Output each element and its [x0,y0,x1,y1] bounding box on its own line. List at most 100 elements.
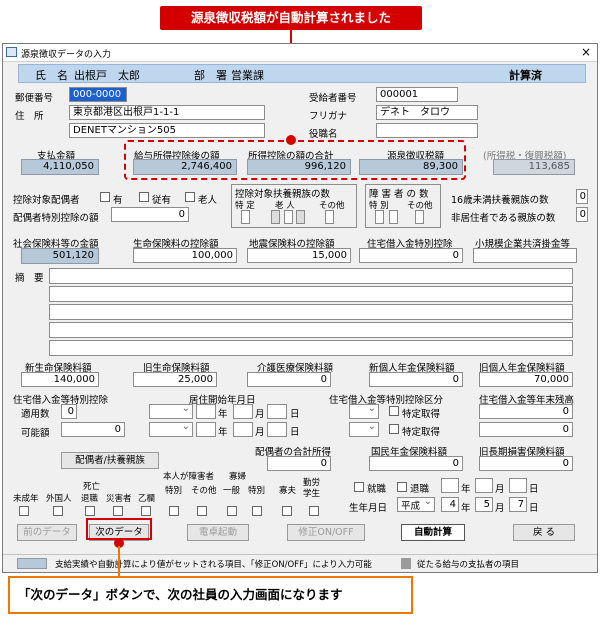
spouse-yes-checkbox[interactable] [100,192,110,202]
back-button[interactable]: 戻 る [513,524,575,541]
auto-calc-button[interactable]: 自動計算 [401,524,465,541]
dependents-elderly-input1[interactable] [271,210,280,224]
spouse-coresident-checkbox[interactable] [139,192,149,202]
national-pension-input[interactable]: 0 [369,456,463,471]
under16-label: 16歳未満扶養親族の数 [451,195,549,206]
summary-input5[interactable] [49,340,573,356]
birth-day-input[interactable]: 7 [509,497,527,512]
start-day1-input[interactable] [267,404,287,419]
summary-label: 摘 要 [15,273,44,284]
birth-year-input[interactable]: 4 [441,497,459,512]
close-icon[interactable]: × [581,45,591,59]
flag-foreigner-checkbox[interactable] [53,506,63,516]
start-month2-input[interactable] [233,422,253,437]
furigana-label: フリガナ [309,111,348,122]
summary-input4[interactable] [49,322,573,338]
dependents-other-input[interactable] [325,210,334,224]
flag-death-checkbox[interactable] [85,506,95,516]
status-badge: 計算済 [509,69,542,82]
housing-balance1-input[interactable]: 0 [479,404,573,419]
legend-gray-swatch [401,558,411,569]
title-bar: 源泉徴収データの入力 × [3,44,597,62]
address-line2-input[interactable]: DENETマンション505 [69,123,265,138]
address-line1-input[interactable]: 東京都港区出根戸1-1-1 [69,105,265,120]
position-input[interactable] [376,123,478,138]
disabled-special-input[interactable] [375,210,384,224]
disabled-other-input[interactable] [415,210,424,224]
calculator-button[interactable]: 電卓起動 [187,524,249,541]
start-era1-select[interactable] [149,403,193,419]
flag-student-checkbox[interactable] [309,506,319,516]
flag-widow-special-checkbox[interactable] [252,506,262,516]
care-input[interactable]: 0 [247,372,331,387]
dependents-elderly-input2[interactable] [284,210,293,224]
employment-year-input[interactable] [441,478,459,493]
flag-widow-label: 寡婦 [229,472,247,482]
start-year1-input[interactable] [196,404,216,419]
start-month2-unit: 月 [255,427,265,438]
inc-tax-value: 113,685 [493,159,575,175]
hire-checkbox[interactable] [354,482,364,492]
recipient-no-input[interactable]: 000001 [376,87,458,102]
smallbiz-input[interactable] [473,248,577,263]
spouse-elderly-label: 老人 [198,195,218,206]
auto-calc-highlight [124,140,466,180]
start-year2-input[interactable] [196,422,216,437]
life-input[interactable]: 100,000 [133,248,237,263]
spouse-label: 控除対象配偶者 [13,195,80,206]
dependents-special-input[interactable] [241,210,250,224]
employment-month-unit: 月 [495,484,505,495]
old-pension-input[interactable]: 70,000 [479,372,573,387]
birth-era-select[interactable]: 平成 [397,496,435,512]
housing-applicable-input[interactable]: 0 [61,404,77,419]
flag-widower-checkbox[interactable] [282,506,292,516]
birth-month-input[interactable]: 5 [475,497,493,512]
start-era2-select[interactable] [149,421,193,437]
employment-day-input[interactable] [509,478,527,493]
old-life-input[interactable]: 25,000 [133,372,217,387]
start-year2-unit: 年 [218,427,228,438]
housing-category1-select[interactable] [349,403,379,419]
summary-input3[interactable] [49,304,573,320]
special-acq1-checkbox[interactable] [389,406,399,416]
housing-possible-input[interactable]: 0 [61,422,125,437]
flag-death-top-label: 死亡 [83,482,101,492]
nonresident-input[interactable]: 0 [576,207,588,222]
disabled-special-input2[interactable] [389,210,398,224]
employment-month-input[interactable] [475,478,493,493]
housing-balance2-input[interactable]: 0 [479,422,573,437]
flag-b-checkbox[interactable] [141,506,151,516]
spouse-elderly-checkbox[interactable] [185,192,195,202]
spouse-special-input[interactable]: 0 [111,207,189,222]
new-pension-input[interactable]: 0 [369,372,463,387]
status-bar: 支給実績や自動計算により値がセットされる項目、「修正ON/OFF」により入力可能… [3,554,597,572]
start-month1-input[interactable] [233,404,253,419]
spouse-dependents-button[interactable]: 配偶者/扶養親族 [61,452,159,469]
flag-disaster-checkbox[interactable] [113,506,123,516]
quake-input[interactable]: 15,000 [247,248,351,263]
retire-checkbox[interactable] [397,482,407,492]
flag-general-label: 一般 [223,486,241,496]
summary-input2[interactable] [49,286,573,302]
new-life-input[interactable]: 140,000 [21,372,99,387]
spouse-total-input[interactable]: 0 [267,456,331,471]
flag-minor-checkbox[interactable] [19,506,29,516]
summary-input1[interactable] [49,268,573,284]
special-acq2-label: 特定取得 [402,427,441,438]
housing-input[interactable]: 0 [359,248,463,263]
prev-data-button[interactable]: 前のデータ [17,524,77,541]
dependents-elderly-input3[interactable] [296,210,305,224]
flag-other-checkbox[interactable] [197,506,207,516]
housing-category2-select[interactable] [349,421,379,437]
legend-note2: 従たる給与の支払者の項目 [417,560,520,570]
furigana-input[interactable]: デネト タロウ [376,105,478,120]
start-day2-input[interactable] [267,422,287,437]
postal-input[interactable]: 000-0000 [69,87,127,102]
special-acq2-checkbox[interactable] [389,424,399,434]
edit-toggle-button[interactable]: 修正ON/OFF [287,524,365,541]
under16-input[interactable]: 0 [576,189,588,204]
flag-general-checkbox[interactable] [227,506,237,516]
old-longterm-input[interactable]: 0 [479,456,573,471]
app-window: 源泉徴収データの入力 × 氏 名 出根戸 太郎 部 署 営業課 計算済 郵便番号… [2,43,598,573]
flag-special-checkbox[interactable] [169,506,179,516]
